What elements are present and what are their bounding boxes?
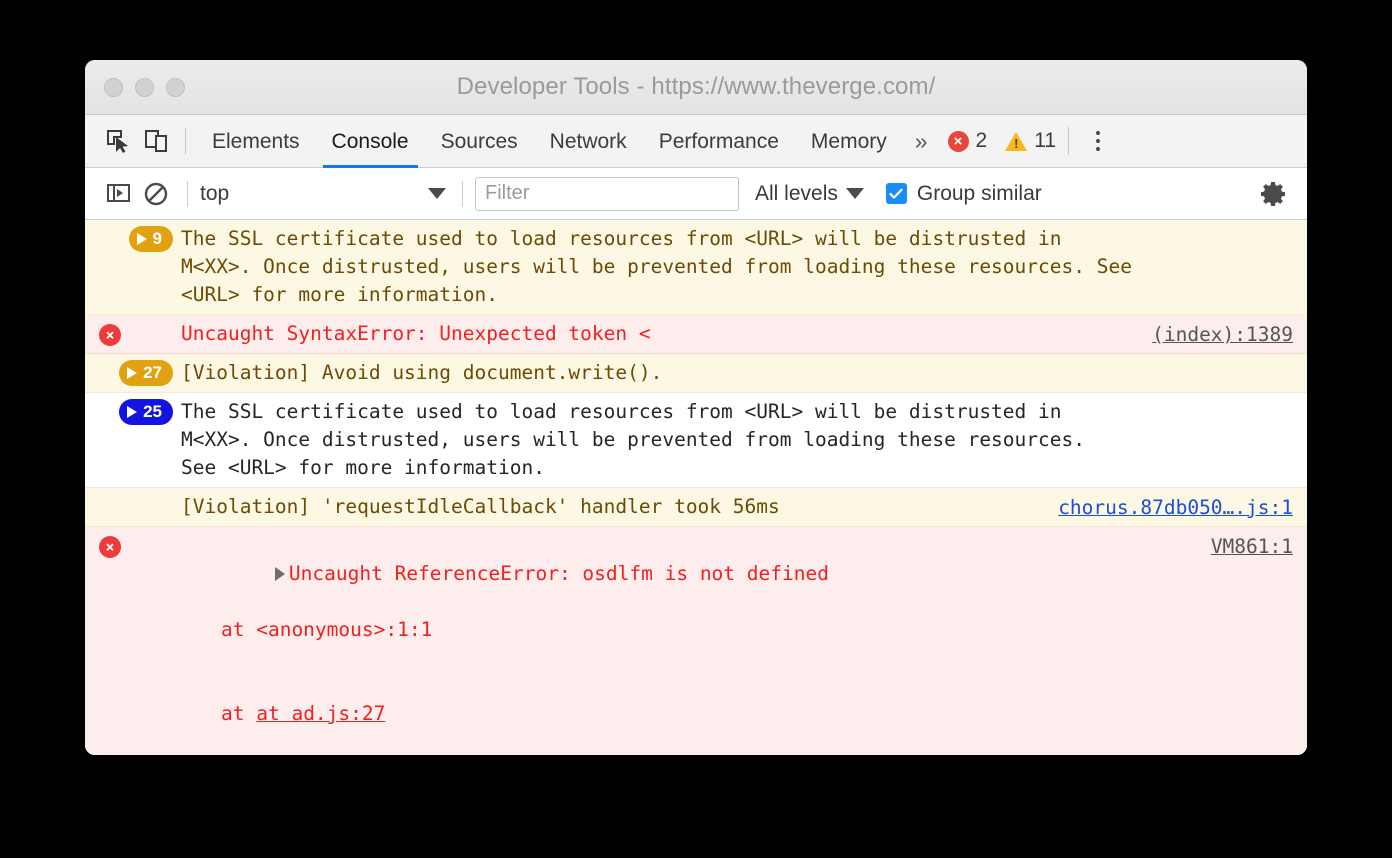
- console-message-text: [Violation] Avoid using document.write()…: [181, 361, 663, 384]
- close-button[interactable]: [104, 77, 123, 97]
- gear-icon[interactable]: [1257, 177, 1291, 211]
- more-tabs-icon[interactable]: »: [903, 128, 940, 155]
- console-row-error-stack[interactable]: × Uncaught ReferenceError: osdlfm is not…: [85, 527, 1307, 755]
- tab-console[interactable]: Console: [316, 115, 425, 168]
- log-level-label: All levels: [755, 181, 838, 205]
- console-toolbar-divider: [187, 180, 188, 207]
- console-source-link[interactable]: VM861:1: [1211, 533, 1293, 561]
- stack-frame: at at ad.js:27: [221, 702, 386, 725]
- group-similar-label: Group similar: [916, 181, 1042, 205]
- window-traffic-lights: [104, 77, 185, 97]
- error-circle-icon: ×: [99, 536, 121, 558]
- console-row-gutter: ×: [85, 320, 181, 346]
- console-row-gutter: 27: [85, 359, 181, 386]
- log-level-selector[interactable]: All levels: [755, 182, 868, 206]
- console-row-warning[interactable]: [Violation] 'requestIdleCallback' handle…: [85, 488, 1307, 527]
- chevron-down-icon: [428, 188, 446, 199]
- stack-frame: at <anonymous>:1:1: [221, 618, 433, 641]
- chevron-down-icon-levels: [845, 188, 864, 199]
- group-count: 9: [152, 229, 162, 248]
- window-title-bar: Developer Tools - https://www.theverge.c…: [85, 60, 1307, 115]
- tab-performance[interactable]: Performance: [643, 115, 795, 168]
- tab-network[interactable]: Network: [534, 115, 643, 168]
- console-source-link[interactable]: chorus.87db050….js:1: [1058, 494, 1293, 522]
- error-count-label: 2: [975, 129, 988, 152]
- console-message-body: Uncaught ReferenceError: osdlfm is not d…: [181, 532, 1307, 755]
- console-message-text: Uncaught ReferenceError: osdlfm is not d…: [288, 562, 829, 585]
- console-message-list[interactable]: 9 The SSL certificate used to load resou…: [85, 220, 1307, 755]
- console-row-info-group[interactable]: 25 The SSL certificate used to load reso…: [85, 393, 1307, 488]
- console-row-gutter: 9: [85, 225, 181, 252]
- console-sidebar-icon[interactable]: [99, 175, 137, 213]
- console-row-error[interactable]: × Uncaught SyntaxError: Unexpected token…: [85, 315, 1307, 354]
- console-source-link[interactable]: (index):1389: [1152, 321, 1293, 349]
- play-triangle-icon: [127, 406, 138, 418]
- group-count: 27: [143, 363, 162, 382]
- kebab-menu-icon[interactable]: [1083, 122, 1113, 160]
- warning-count-label: 11: [1034, 129, 1057, 152]
- zoom-button[interactable]: [166, 77, 185, 97]
- error-circle-icon: ×: [99, 324, 121, 346]
- console-message-text: The SSL certificate used to load resourc…: [181, 227, 1132, 306]
- console-toolbar-divider-2: [462, 180, 463, 207]
- console-row-gutter: 25: [85, 398, 181, 425]
- toolbar-divider: [185, 128, 186, 154]
- execution-context-label: top: [200, 181, 230, 205]
- group-count: 25: [143, 402, 162, 421]
- stack-frame-link[interactable]: at ad.js:27: [256, 702, 385, 725]
- group-expand-badge[interactable]: 27: [119, 360, 173, 386]
- expand-triangle-icon[interactable]: [274, 566, 285, 581]
- console-message-text: Uncaught SyntaxError: Unexpected token <: [181, 322, 651, 345]
- play-triangle-icon: [127, 367, 138, 379]
- group-similar-checkbox[interactable]: [885, 183, 907, 204]
- console-message-text: The SSL certificate used to load resourc…: [181, 400, 1085, 479]
- clear-console-icon[interactable]: [137, 175, 175, 213]
- console-row-warning-group[interactable]: 9 The SSL certificate used to load resou…: [85, 220, 1307, 315]
- toolbar-divider-right: [1068, 127, 1070, 155]
- warning-count-icon: !: [1005, 131, 1028, 151]
- filter-input[interactable]: [475, 176, 739, 211]
- execution-context-selector[interactable]: top: [200, 182, 450, 206]
- devtools-tab-bar: Elements Console Sources Network Perform…: [85, 115, 1307, 168]
- error-count-icon: ×: [947, 130, 969, 152]
- device-toolbar-icon[interactable]: [137, 122, 175, 160]
- play-triangle-icon: [136, 233, 147, 245]
- tab-memory[interactable]: Memory: [795, 115, 903, 168]
- tab-sources[interactable]: Sources: [425, 115, 534, 168]
- group-expand-badge[interactable]: 9: [128, 226, 173, 252]
- console-row-gutter: ×: [85, 532, 181, 558]
- console-row-gutter: [85, 493, 181, 494]
- inspect-element-icon[interactable]: [99, 122, 137, 160]
- devtools-window: Developer Tools - https://www.theverge.c…: [85, 60, 1307, 755]
- tab-elements[interactable]: Elements: [196, 115, 316, 168]
- group-expand-badge[interactable]: 25: [119, 399, 173, 425]
- group-similar-toggle[interactable]: Group similar: [885, 181, 1042, 206]
- console-row-warning-group[interactable]: 27 [Violation] Avoid using document.writ…: [85, 354, 1307, 393]
- minimize-button[interactable]: [135, 77, 154, 97]
- issue-counts[interactable]: × 2 ! 11: [947, 129, 1057, 153]
- window-title: Developer Tools - https://www.theverge.c…: [456, 73, 936, 100]
- console-toolbar: top All levels Group similar: [85, 168, 1307, 220]
